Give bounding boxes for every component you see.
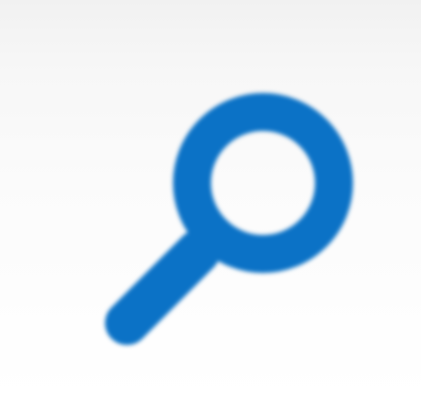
search-icon-lens xyxy=(173,93,353,273)
toolbar-icon-viewport xyxy=(0,0,421,400)
search-icon-handle xyxy=(105,230,220,345)
search-icon xyxy=(0,0,421,400)
search-button[interactable] xyxy=(0,0,421,400)
